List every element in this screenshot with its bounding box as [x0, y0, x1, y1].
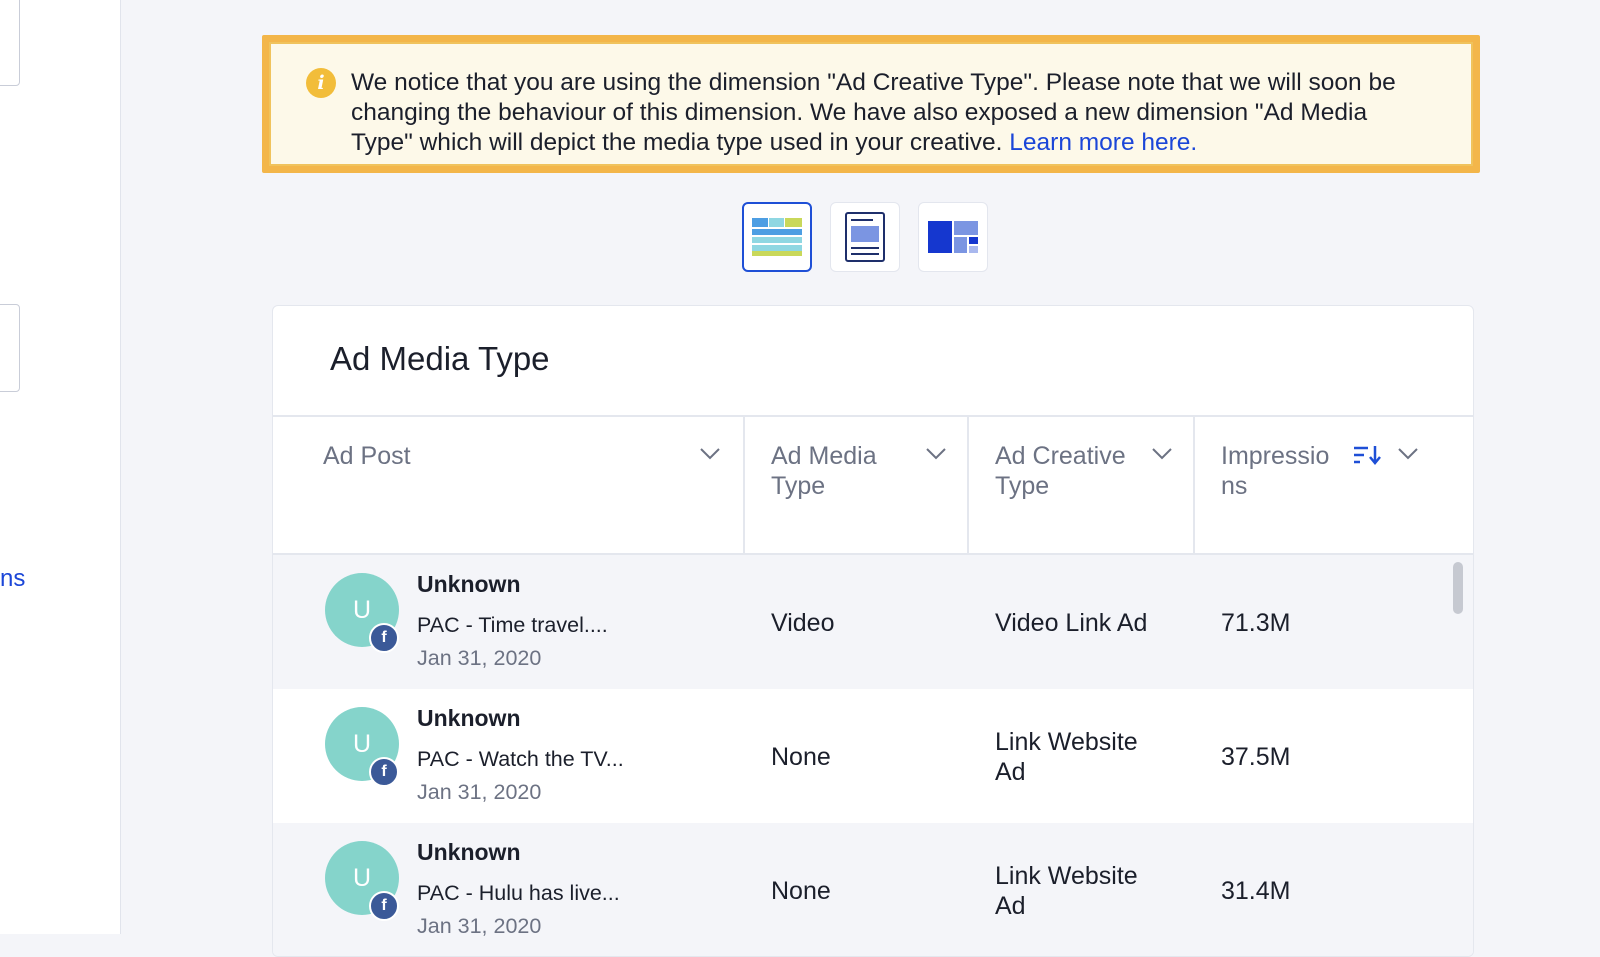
column-header-impressions[interactable]: Impressio ns	[1195, 417, 1473, 553]
chevron-down-icon[interactable]	[1397, 447, 1419, 461]
media-type-cell: None	[771, 877, 831, 905]
warning-banner: i We notice that you are using the dimen…	[262, 35, 1480, 173]
facebook-icon: f	[369, 623, 399, 653]
post-author: Unknown	[417, 839, 521, 865]
banner-message: We notice that you are using the dimensi…	[351, 69, 1396, 156]
sort-descending-icon[interactable]	[1353, 445, 1381, 465]
impressions-cell: 71.3M	[1221, 609, 1291, 637]
chevron-down-icon[interactable]	[1151, 447, 1173, 461]
table-header: Ad Post Ad Media Type Ad Creative Type I…	[273, 415, 1473, 555]
info-icon: i	[306, 68, 336, 98]
column-header-label: Ad Media Type	[771, 442, 877, 500]
table-row[interactable]: U f Unknown PAC - Time travel.... Jan 31…	[273, 555, 1473, 689]
scrollbar-thumb[interactable]	[1453, 562, 1463, 614]
post-date: Jan 31, 2020	[417, 914, 542, 938]
table-row[interactable]: U f Unknown PAC - Watch the TV... Jan 31…	[273, 689, 1473, 823]
chevron-down-icon[interactable]	[699, 447, 721, 461]
post-date: Jan 31, 2020	[417, 780, 542, 804]
table-view-icon	[752, 218, 802, 256]
facebook-icon: f	[369, 757, 399, 787]
card-title: Ad Media Type	[330, 340, 550, 377]
post-author: Unknown	[417, 571, 521, 597]
column-header-ad-post[interactable]: Ad Post	[273, 417, 745, 553]
media-type-cell: None	[771, 743, 831, 771]
post-title[interactable]: PAC - Watch the TV...	[417, 747, 624, 772]
impressions-cell: 31.4M	[1221, 877, 1291, 905]
post-view-button[interactable]	[830, 202, 900, 272]
column-header-ad-media-type[interactable]: Ad Media Type	[745, 417, 969, 553]
warning-banner-inner: i We notice that you are using the dimen…	[269, 42, 1473, 166]
column-header-label: Impressio ns	[1221, 442, 1330, 500]
creative-type-cell: Link Website Ad	[995, 862, 1138, 920]
warning-banner-text: We notice that you are using the dimensi…	[351, 68, 1431, 158]
facebook-icon: f	[369, 891, 399, 921]
sidebar-field[interactable]	[0, 0, 20, 86]
post-list-view-icon	[845, 212, 885, 262]
creative-type-cell: Video Link Ad	[995, 609, 1148, 637]
treemap-view-button[interactable]	[918, 202, 988, 272]
sidebar-field[interactable]	[0, 304, 20, 392]
ad-media-type-card: Ad Media Type Ad Post Ad Media Type Ad C…	[272, 305, 1474, 957]
table-row[interactable]: U f Unknown PAC - Hulu has live... Jan 3…	[273, 823, 1473, 956]
post-title[interactable]: PAC - Time travel....	[417, 613, 608, 638]
sidebar-link[interactable]: ns	[0, 565, 25, 593]
creative-type-cell: Link Website Ad	[995, 728, 1138, 786]
media-type-cell: Video	[771, 609, 835, 637]
post-date: Jan 31, 2020	[417, 646, 542, 670]
column-header-ad-creative-type[interactable]: Ad Creative Type	[969, 417, 1195, 553]
chevron-down-icon[interactable]	[925, 447, 947, 461]
column-header-label: Ad Post	[323, 442, 411, 470]
post-author: Unknown	[417, 705, 521, 731]
learn-more-link[interactable]: Learn more here.	[1009, 129, 1197, 156]
post-title[interactable]: PAC - Hulu has live...	[417, 881, 620, 906]
left-sidebar: ns	[0, 0, 121, 934]
column-header-label: Ad Creative Type	[995, 442, 1126, 500]
table-view-button[interactable]	[742, 202, 812, 272]
impressions-cell: 37.5M	[1221, 743, 1291, 771]
treemap-view-icon	[928, 221, 978, 253]
